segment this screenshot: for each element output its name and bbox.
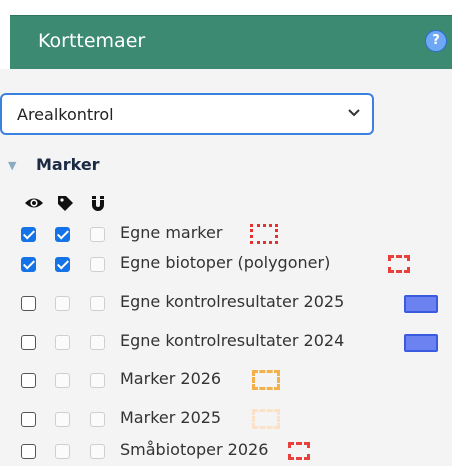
layer-row: Marker 2025 bbox=[0, 407, 452, 433]
layer-row: Marker 2026 bbox=[0, 368, 452, 394]
visibility-checkbox[interactable] bbox=[21, 257, 36, 272]
snap-checkbox[interactable] bbox=[90, 227, 105, 242]
label-checkbox[interactable] bbox=[55, 373, 70, 388]
layer-row: Egne kontrolresultater 2025 bbox=[0, 291, 452, 317]
label-checkbox[interactable] bbox=[55, 257, 70, 272]
label-checkbox[interactable] bbox=[55, 296, 70, 311]
chevron-down-icon bbox=[348, 109, 360, 117]
layer-panel: Arealkontrol ▼ Marker Egne marker Egne bi… bbox=[0, 69, 452, 466]
snap-checkbox[interactable] bbox=[90, 257, 105, 272]
layer-label: Marker 2025 bbox=[120, 408, 222, 427]
legend-swatch bbox=[252, 409, 280, 429]
label-checkbox[interactable] bbox=[55, 335, 70, 350]
chevron-down-icon[interactable]: ▼ bbox=[8, 159, 16, 172]
legend-swatch bbox=[404, 334, 438, 352]
eye-icon bbox=[25, 198, 43, 208]
panel-title: Korttemaer bbox=[38, 30, 146, 52]
label-checkbox[interactable] bbox=[55, 227, 70, 242]
visibility-checkbox[interactable] bbox=[21, 412, 36, 427]
group-label: Marker bbox=[36, 155, 100, 174]
legend-swatch bbox=[252, 370, 280, 390]
layer-row: Egne kontrolresultater 2024 bbox=[0, 330, 452, 356]
visibility-checkbox[interactable] bbox=[21, 444, 36, 459]
layer-label: Marker 2026 bbox=[120, 369, 222, 388]
visibility-checkbox[interactable] bbox=[21, 373, 36, 388]
magnet-icon bbox=[92, 196, 104, 211]
theme-select-value: Arealkontrol bbox=[17, 105, 114, 124]
layer-row: Småbiotoper 2026 bbox=[0, 439, 452, 465]
snap-checkbox[interactable] bbox=[90, 296, 105, 311]
panel-header: Korttemaer ? bbox=[10, 15, 452, 69]
layer-row: Egne biotoper (polygoner) bbox=[0, 252, 452, 278]
layer-row: Egne marker bbox=[0, 222, 452, 248]
legend-swatch bbox=[250, 224, 278, 244]
visibility-checkbox[interactable] bbox=[21, 335, 36, 350]
help-icon[interactable]: ? bbox=[425, 30, 447, 52]
tag-icon bbox=[58, 196, 73, 211]
visibility-checkbox[interactable] bbox=[21, 227, 36, 242]
label-checkbox[interactable] bbox=[55, 444, 70, 459]
legend-swatch bbox=[288, 442, 310, 460]
visibility-checkbox[interactable] bbox=[21, 296, 36, 311]
legend-swatch bbox=[404, 295, 438, 313]
snap-checkbox[interactable] bbox=[90, 444, 105, 459]
layer-label: Egne kontrolresultater 2024 bbox=[120, 331, 345, 350]
label-checkbox[interactable] bbox=[55, 412, 70, 427]
snap-checkbox[interactable] bbox=[90, 373, 105, 388]
snap-checkbox[interactable] bbox=[90, 335, 105, 350]
layer-label: Egne biotoper (polygoner) bbox=[120, 253, 331, 272]
snap-checkbox[interactable] bbox=[90, 412, 105, 427]
legend-swatch bbox=[388, 255, 410, 273]
layer-label: Egne kontrolresultater 2025 bbox=[120, 292, 345, 311]
layer-label: Småbiotoper 2026 bbox=[120, 440, 269, 459]
layer-label: Egne marker bbox=[120, 223, 223, 242]
theme-select[interactable]: Arealkontrol bbox=[0, 93, 374, 135]
